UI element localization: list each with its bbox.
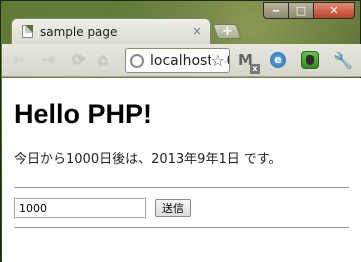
browser-window: ‒ □ ✕ sample page × + ← → ⟳ ⌂ localhost:… xyxy=(0,0,361,262)
window-caption-buttons: ‒ □ ✕ xyxy=(263,2,355,19)
days-form: 送信 xyxy=(14,198,349,218)
browser-toolbar: ← → ⟳ ⌂ localhost:8080/sample ☆ M x e 🔧 xyxy=(2,44,361,77)
minimize-button[interactable]: ‒ xyxy=(263,2,288,19)
wrench-menu-icon[interactable]: 🔧 xyxy=(333,51,353,70)
globe-icon xyxy=(130,53,144,68)
page-icon xyxy=(22,25,33,38)
ie-tab-extension-icon[interactable]: e xyxy=(270,52,286,68)
tab-sample-page[interactable]: sample page × xyxy=(11,18,211,44)
page-heading: Hello PHP! xyxy=(14,99,153,129)
days-input[interactable] xyxy=(14,198,146,218)
forward-button[interactable]: → xyxy=(42,52,55,68)
page-content: Hello PHP! 今日から1000日後は、2013年9年1日 です。 送信 xyxy=(2,78,361,262)
home-button[interactable]: ⌂ xyxy=(98,52,108,68)
submit-button[interactable]: 送信 xyxy=(155,199,191,217)
divider-top xyxy=(14,187,349,188)
result-message: 今日から1000日後は、2013年9年1日 です。 xyxy=(14,152,282,167)
bookmark-star-icon[interactable]: ☆ xyxy=(210,51,225,70)
new-tab-button[interactable]: + xyxy=(212,24,242,39)
address-bar[interactable]: localhost:8080/sample ☆ xyxy=(125,48,230,73)
gmail-extension-badge: x xyxy=(250,64,260,74)
tab-title: sample page xyxy=(40,24,118,39)
plus-icon: + xyxy=(221,24,233,39)
maximize-button[interactable]: □ xyxy=(288,2,313,19)
divider-bottom xyxy=(14,227,349,228)
reload-button[interactable]: ⟳ xyxy=(72,52,85,68)
evernote-extension-icon[interactable] xyxy=(301,51,319,69)
close-window-button[interactable]: ✕ xyxy=(313,2,355,19)
back-button[interactable]: ← xyxy=(12,52,25,68)
tab-close-icon[interactable]: × xyxy=(192,24,202,38)
